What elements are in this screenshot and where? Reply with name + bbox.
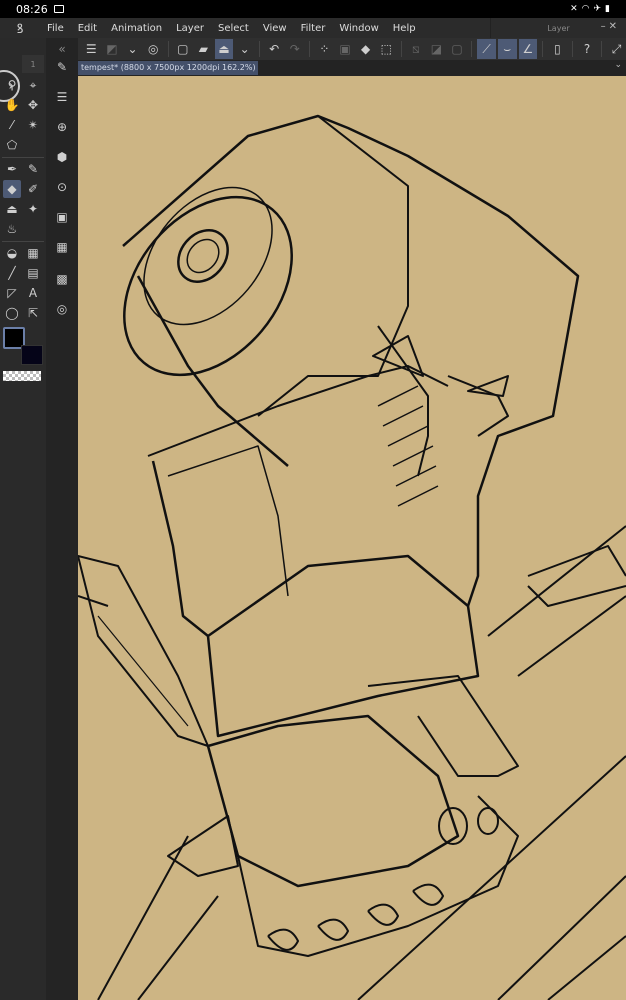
clip-studio-logo-icon[interactable]: ꝸ: [0, 19, 40, 37]
ruler-snap-icon[interactable]: ∠: [518, 39, 538, 59]
secondary-palette-bar: « ✎ ☰ ⊕ ⬢ ⊙ ▣ ▦ ▩ ◎: [46, 38, 78, 1000]
menu-file[interactable]: File: [40, 23, 71, 34]
redo-icon[interactable]: ↷: [286, 39, 305, 59]
brush-size-icon[interactable]: ⊕: [53, 118, 71, 136]
object-select-icon[interactable]: ⌖: [24, 76, 42, 94]
menu-animation[interactable]: Animation: [104, 23, 169, 34]
undo-icon[interactable]: ↶: [265, 39, 284, 59]
gradient-icon[interactable]: ▦: [24, 244, 42, 262]
clock: 08:26: [16, 2, 48, 16]
layer-property-icon[interactable]: ◎: [53, 300, 71, 318]
figure-line-icon[interactable]: ╱: [3, 264, 21, 282]
command-bar: ☰ ◩ ⌄ ◎ ▢ ▰ ⏏ ⌄ ↶ ↷ ⁘ ▣ ◆ ⬚ ⧅ ◪ ▢ ⟋ ⌣ ∠ …: [78, 38, 626, 60]
invert-selection-icon[interactable]: ▣: [336, 39, 355, 59]
open-folder-icon[interactable]: ▰: [194, 39, 213, 59]
balloon-icon[interactable]: ◯: [3, 304, 21, 322]
document-tab[interactable]: tempest* (8800 x 7500px 1200dpi 162.2%) …: [78, 61, 258, 86]
eyedropper-icon[interactable]: ⁄: [3, 116, 21, 134]
decoration-icon[interactable]: ✦: [24, 200, 42, 218]
pen-icon[interactable]: ✒: [3, 160, 21, 178]
transform-icon[interactable]: ⬚: [377, 39, 396, 59]
color-wheel-icon[interactable]: ▣: [53, 208, 71, 226]
fill-bucket-icon[interactable]: ◒: [3, 244, 21, 262]
ruler-icon[interactable]: ⧅: [407, 39, 426, 59]
panel-window-controls[interactable]: –✕: [601, 21, 620, 32]
wifi-icon: ◠: [581, 4, 590, 14]
menu-layer[interactable]: Layer: [169, 23, 211, 34]
chevron-down-icon[interactable]: ⌄: [235, 39, 254, 59]
airbrush-icon[interactable]: ⏏: [3, 200, 21, 218]
text-icon[interactable]: A: [24, 284, 42, 302]
menu-edit[interactable]: Edit: [71, 23, 104, 34]
fullscreen-icon[interactable]: ⤢: [607, 39, 626, 59]
line-art-body: [78, 114, 626, 1000]
save-icon[interactable]: ⏏: [214, 39, 234, 59]
line-art: [78, 114, 626, 1000]
frame-icon[interactable]: ▢: [448, 39, 467, 59]
pencil-icon[interactable]: ✎: [24, 160, 42, 178]
tool-property-icon[interactable]: ☰: [53, 88, 71, 106]
lasso-select-icon[interactable]: ⬠: [3, 136, 21, 154]
chevron-down-icon[interactable]: ⌄: [614, 60, 622, 70]
layer-panel-title: Layer: [547, 23, 570, 33]
menu-view[interactable]: View: [256, 23, 294, 34]
menu-filter[interactable]: Filter: [294, 23, 333, 34]
zoom-icon[interactable]: ⚲: [3, 76, 21, 94]
fill-icon[interactable]: ◆: [356, 39, 375, 59]
brush-size-indicator[interactable]: 1: [22, 55, 44, 73]
brush-snap-icon[interactable]: ⌣: [497, 39, 517, 59]
blend-icon[interactable]: ♨: [3, 220, 21, 238]
move-icon[interactable]: ✥: [24, 96, 42, 114]
collapse-left-icon[interactable]: «: [53, 40, 71, 58]
brush-icon[interactable]: ✐: [24, 180, 42, 198]
tool-palette: › 1 ⚲ ⌖ ✋ ✥ ⁄ ✴ ⬠ ✒ ✎ ◆ ✐ ⏏ ✦ ♨ ◒ ▦ ╱ ▤ …: [0, 38, 46, 1000]
frame-border-icon[interactable]: ▤: [24, 264, 42, 282]
magic-wand-icon[interactable]: ✴: [24, 116, 42, 134]
navigator-icon[interactable]: ⊙: [53, 178, 71, 196]
document-tab-label: tempest* (8800 x 7500px 1200dpi 162.2%): [81, 63, 256, 72]
tab-row: tempest* (8800 x 7500px 1200dpi 162.2%) …: [78, 60, 626, 86]
layer-properties-icon[interactable]: ▯: [548, 39, 567, 59]
color-set-icon[interactable]: ▦: [53, 238, 71, 256]
sub-tool-icon[interactable]: ✎: [53, 58, 71, 76]
image-notification-icon: [53, 5, 64, 13]
menu-help[interactable]: Help: [386, 23, 423, 34]
chevron-down-icon[interactable]: ⌄: [123, 39, 142, 59]
menu-icon[interactable]: ☰: [82, 39, 101, 59]
hand-icon[interactable]: ✋: [3, 96, 21, 114]
shortcut-icon[interactable]: ◩: [103, 39, 122, 59]
menu-window[interactable]: Window: [332, 23, 385, 34]
status-bar: 08:26 ✕ ◠ ✈ ▮: [0, 0, 626, 18]
drawing-canvas[interactable]: [78, 76, 626, 1000]
menu-select[interactable]: Select: [211, 23, 256, 34]
help-icon[interactable]: ?: [578, 39, 597, 59]
airplane-icon: ✈: [593, 4, 602, 14]
companion-mode-icon[interactable]: ◎: [144, 39, 163, 59]
brush-size-value: 1: [30, 59, 36, 69]
background-color[interactable]: [21, 345, 43, 365]
correct-line-icon[interactable]: ⇱: [24, 304, 42, 322]
new-file-icon[interactable]: ▢: [173, 39, 192, 59]
battery-icon: ▮: [605, 4, 610, 14]
eraser-icon[interactable]: ◆: [3, 180, 21, 198]
ruler-tool-icon[interactable]: ◸: [3, 284, 21, 302]
material-icon[interactable]: ⬢: [53, 148, 71, 166]
mute-icon: ✕: [570, 4, 578, 14]
deselect-icon[interactable]: ⁘: [315, 39, 334, 59]
tone-icon[interactable]: ◪: [427, 39, 446, 59]
color-history-icon[interactable]: ▩: [53, 270, 71, 288]
stabilization-icon[interactable]: ⟋: [477, 39, 496, 59]
transparent-color[interactable]: [3, 371, 41, 381]
layer-panel-header: Layer –✕: [490, 18, 626, 38]
